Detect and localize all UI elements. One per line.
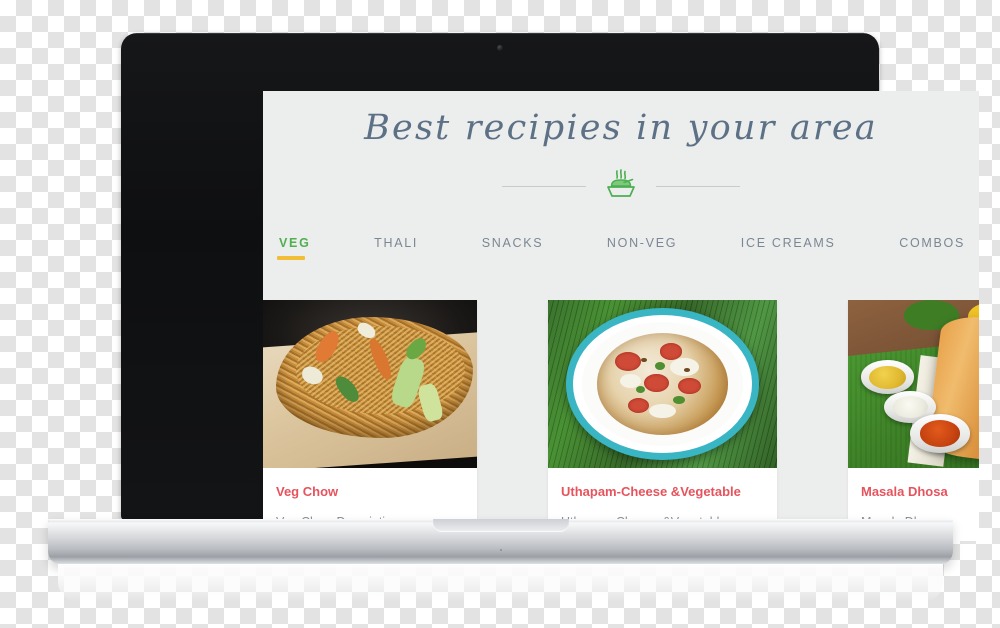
recipe-title: Uthapam-Cheese &Vegetable: [561, 484, 741, 499]
recipe-card[interactable]: Masala Dhosa Masala Dhosa: [848, 300, 979, 541]
page-title: Best recipies in your area: [364, 108, 878, 148]
lid-edge-highlight: [121, 33, 879, 34]
recipe-title: Veg Chow: [276, 484, 339, 499]
recipe-card[interactable]: Veg Chow Veg Chow Description...: [263, 300, 477, 541]
recipe-title: Masala Dhosa: [861, 484, 948, 499]
tab-ice-creams-label: ICE CREAMS: [740, 236, 836, 250]
tab-veg-label: VEG: [279, 236, 311, 250]
tab-thali[interactable]: THALI: [372, 236, 420, 260]
base-indicator-dot: [499, 549, 502, 551]
laptop-mockup: Best recipies in your area VEG THALI SNA…: [0, 0, 1000, 628]
tab-active-underline: [277, 256, 305, 260]
recipe-card[interactable]: Uthapam-Cheese &Vegetable Uthapam-Cheese…: [548, 300, 777, 541]
divider-line-right: [656, 186, 740, 187]
divider: [263, 169, 979, 204]
tab-non-veg[interactable]: NON-VEG: [605, 236, 679, 260]
webcam-icon: [497, 45, 503, 51]
laptop-base: [48, 519, 953, 565]
tab-combos[interactable]: COMBOS: [897, 236, 967, 260]
page-header: Best recipies in your area: [263, 91, 979, 204]
laptop-reflection: [58, 564, 943, 602]
laptop-screen: Best recipies in your area VEG THALI SNA…: [263, 91, 979, 541]
recipe-card-list: Veg Chow Veg Chow Description...: [263, 300, 979, 541]
tab-combos-label: COMBOS: [899, 236, 965, 250]
uthapam-on-plate-photo: [548, 300, 777, 468]
bowl-of-food-icon: [604, 169, 638, 204]
masala-dosa-photo: [848, 300, 979, 468]
recipes-page: Best recipies in your area VEG THALI SNA…: [263, 91, 979, 541]
laptop-lid: Best recipies in your area VEG THALI SNA…: [121, 33, 979, 541]
category-tabs: VEG THALI SNACKS NON-VEG ICE CREAMS COMB…: [263, 236, 979, 260]
tab-snacks-label: SNACKS: [481, 236, 544, 250]
divider-line-left: [502, 186, 586, 187]
base-notch: [432, 519, 569, 532]
tab-snacks[interactable]: SNACKS: [480, 236, 546, 260]
tab-non-veg-label: NON-VEG: [606, 236, 678, 250]
tab-ice-creams[interactable]: ICE CREAMS: [739, 236, 838, 260]
veg-chow-noodles-photo: [263, 300, 477, 468]
tab-thali-label: THALI: [374, 236, 419, 250]
tab-veg[interactable]: VEG: [277, 236, 313, 260]
